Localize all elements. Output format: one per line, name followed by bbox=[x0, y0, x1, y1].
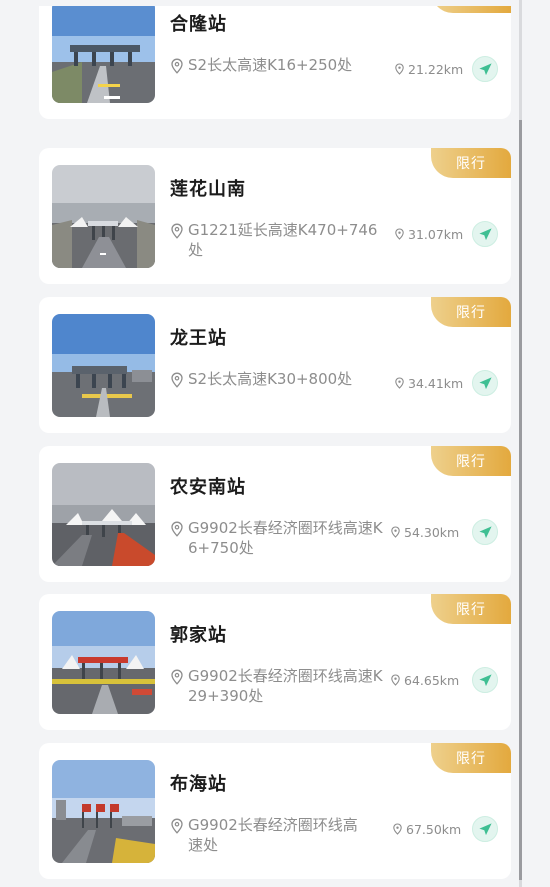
station-address: S2长太高速K16+250处 bbox=[170, 55, 388, 103]
station-address: G9902长春经济圈环线高速K29+390处 bbox=[170, 666, 384, 714]
station-distance: 54.30km bbox=[390, 523, 459, 541]
toll-plaza-photo bbox=[52, 611, 155, 714]
navigation-arrow-icon bbox=[478, 673, 492, 686]
station-address: G9902长春经济圈环线高速K6+750处 bbox=[170, 518, 384, 566]
station-distance-text: 21.22km bbox=[408, 61, 464, 77]
station-name: 农安南站 bbox=[170, 477, 246, 498]
station-distance: 64.65km bbox=[390, 671, 459, 689]
station-card[interactable]: 郭家站 G9902长春经济圈环线高速K29+390处 64.65km 限行 bbox=[39, 594, 511, 730]
location-pin-icon bbox=[171, 818, 183, 834]
toll-plaza-photo bbox=[52, 463, 155, 566]
navigation-arrow-icon bbox=[478, 62, 492, 75]
restriction-badge-label: 限行 bbox=[456, 602, 486, 618]
restriction-badge: 限行 bbox=[431, 297, 511, 327]
station-card[interactable]: 农安南站 G9902长春经济圈环线高速K6+750处 54.30km 限行 bbox=[39, 446, 511, 582]
station-distance: 31.07km bbox=[394, 225, 463, 243]
restriction-badge-label: 限行 bbox=[456, 305, 486, 321]
navigate-button[interactable] bbox=[472, 519, 498, 545]
station-address: G1221延长高速K470+746处 bbox=[170, 220, 388, 268]
station-address-text: G9902长春经济圈环线高速处 bbox=[188, 816, 358, 854]
small-location-pin-icon bbox=[391, 526, 400, 538]
station-address-text: S2长太高速K16+250处 bbox=[188, 56, 353, 74]
navigate-button[interactable] bbox=[472, 667, 498, 693]
station-distance-text: 31.07km bbox=[408, 226, 464, 242]
station-distance-text: 67.50km bbox=[406, 821, 462, 837]
restriction-badge-label: 限行 bbox=[456, 454, 486, 470]
navigate-button[interactable] bbox=[472, 816, 498, 842]
toll-plaza-photo bbox=[52, 314, 155, 417]
station-distance-text: 54.30km bbox=[404, 524, 460, 540]
station-card[interactable]: 布海站 G9902长春经济圈环线高速处 67.50km 限行 bbox=[39, 743, 511, 879]
restriction-badge-label: 限行 bbox=[456, 156, 486, 172]
station-name: 郭家站 bbox=[170, 625, 227, 646]
station-address: S2长太高速K30+800处 bbox=[170, 369, 388, 417]
station-distance-text: 64.65km bbox=[404, 672, 460, 688]
small-location-pin-icon bbox=[391, 674, 400, 686]
navigation-arrow-icon bbox=[478, 376, 492, 389]
toll-plaza-photo bbox=[52, 0, 155, 103]
station-card[interactable]: 合隆站 S2长太高速K16+250处 21.22km 限行 bbox=[39, 0, 511, 119]
station-distance-text: 34.41km bbox=[408, 375, 464, 391]
station-name: 合隆站 bbox=[170, 14, 227, 35]
restriction-badge-label: 限行 bbox=[456, 751, 486, 767]
station-name: 莲花山南 bbox=[170, 179, 246, 200]
station-address: G9902长春经济圈环线高速处 bbox=[170, 815, 370, 863]
small-location-pin-icon bbox=[395, 228, 404, 240]
station-address-text: G1221延长高速K470+746处 bbox=[188, 221, 378, 259]
small-location-pin-icon bbox=[395, 377, 404, 389]
navigation-arrow-icon bbox=[478, 227, 492, 240]
navigation-arrow-icon bbox=[478, 525, 492, 538]
toll-plaza-photo bbox=[52, 760, 155, 863]
station-card[interactable]: 龙王站 S2长太高速K30+800处 34.41km 限行 bbox=[39, 297, 511, 433]
restriction-badge: 限行 bbox=[431, 594, 511, 624]
navigation-arrow-icon bbox=[478, 822, 492, 835]
location-pin-icon bbox=[171, 223, 183, 239]
top-edge bbox=[0, 0, 550, 6]
scrollbar-track[interactable] bbox=[519, 0, 522, 887]
location-pin-icon bbox=[171, 372, 183, 388]
station-address-text: S2长太高速K30+800处 bbox=[188, 370, 353, 388]
restriction-badge: 限行 bbox=[431, 446, 511, 476]
small-location-pin-icon bbox=[393, 823, 402, 835]
navigate-button[interactable] bbox=[472, 221, 498, 247]
station-address-text: G9902长春经济圈环线高速K29+390处 bbox=[188, 667, 383, 705]
station-distance: 21.22km bbox=[394, 60, 463, 78]
station-card[interactable]: 莲花山南 G1221延长高速K470+746处 31.07km 限行 bbox=[39, 148, 511, 284]
station-distance: 34.41km bbox=[394, 374, 463, 392]
location-pin-icon bbox=[171, 58, 183, 74]
small-location-pin-icon bbox=[395, 63, 404, 75]
restriction-badge: 限行 bbox=[431, 743, 511, 773]
navigate-button[interactable] bbox=[472, 56, 498, 82]
navigate-button[interactable] bbox=[472, 370, 498, 396]
location-pin-icon bbox=[171, 669, 183, 685]
station-name: 布海站 bbox=[170, 774, 227, 795]
station-distance: 67.50km bbox=[392, 820, 461, 838]
scrollbar-thumb[interactable] bbox=[519, 120, 522, 880]
station-address-text: G9902长春经济圈环线高速K6+750处 bbox=[188, 519, 383, 557]
restriction-badge: 限行 bbox=[431, 148, 511, 178]
station-name: 龙王站 bbox=[170, 328, 227, 349]
location-pin-icon bbox=[171, 521, 183, 537]
toll-plaza-photo bbox=[52, 165, 155, 268]
